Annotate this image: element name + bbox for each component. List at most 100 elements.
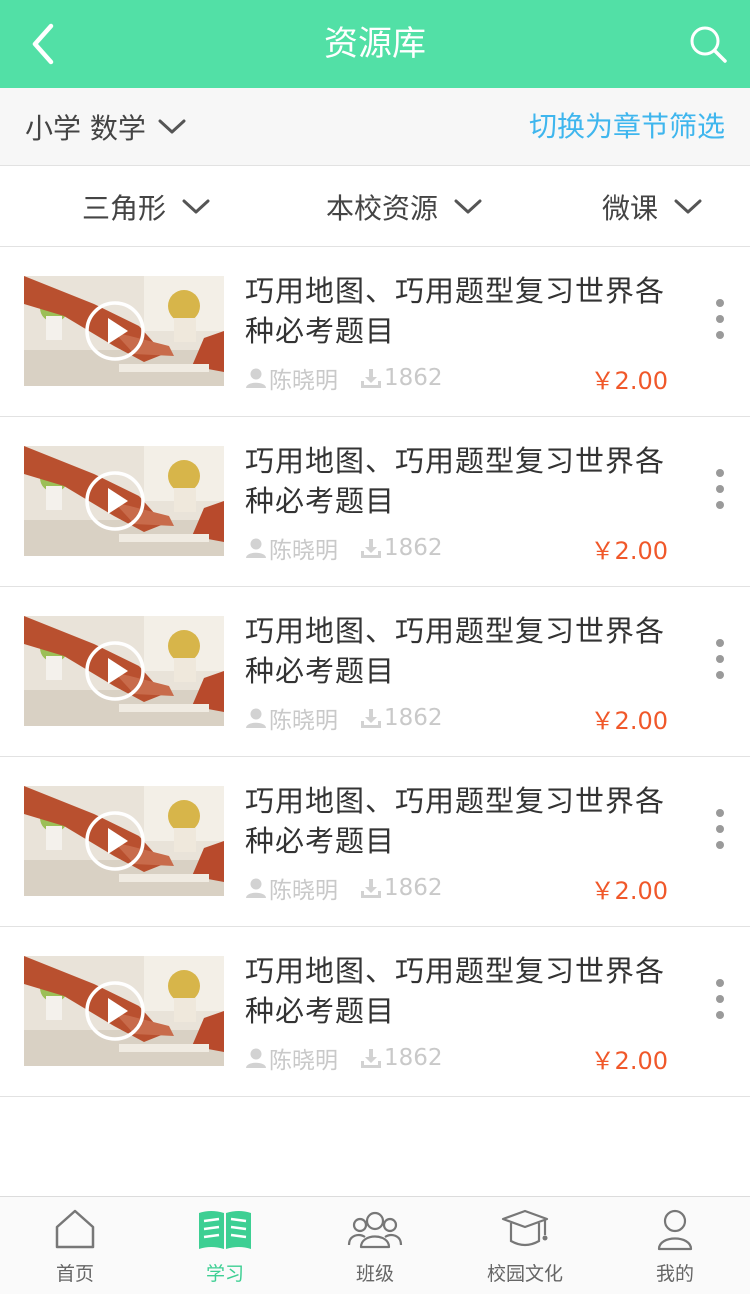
bottom-tab-bar: 首页 学习 班级 校园文化 我的 <box>0 1196 750 1294</box>
switch-to-chapter-filter-link[interactable]: 切换为章节筛选 <box>529 88 725 166</box>
filter-bar: 三角形 本校资源 微课 <box>0 167 750 247</box>
download-number: 1862 <box>384 705 443 731</box>
filter-type-dropdown[interactable]: 微课 <box>602 167 702 247</box>
price: ￥2.00 <box>590 877 668 905</box>
book-icon <box>199 1211 251 1249</box>
download-count: 1862 <box>360 1045 443 1071</box>
more-dot-icon <box>716 655 724 663</box>
user-icon <box>246 538 266 558</box>
price: ￥2.00 <box>590 1047 668 1075</box>
author: 陈晓明 <box>245 361 338 395</box>
price: ￥2.00 <box>590 707 668 735</box>
search-icon <box>690 26 727 63</box>
author-name: 陈晓明 <box>269 538 338 564</box>
tab-home[interactable]: 首页 <box>0 1197 150 1294</box>
more-dot-icon <box>716 1011 724 1019</box>
tab-class[interactable]: 班级 <box>300 1197 450 1294</box>
user-icon <box>657 1209 693 1251</box>
resource-meta: 陈晓明 1862 <box>245 361 443 395</box>
more-dot-icon <box>716 671 724 679</box>
resource-title[interactable]: 巧用地图、巧用题型复习世界各种必考题目 <box>245 951 685 1031</box>
more-dot-icon <box>716 501 724 509</box>
download-icon <box>361 539 381 558</box>
resource-meta: 陈晓明 1862 <box>245 873 443 904</box>
download-count: 1862 <box>360 875 443 901</box>
user-icon <box>246 878 266 898</box>
video-thumbnail[interactable] <box>24 616 224 726</box>
download-count: 1862 <box>360 365 443 391</box>
subject-selector[interactable]: 小学 数学 <box>25 88 186 166</box>
navigation-bar: 资源库 <box>0 0 750 88</box>
video-thumbnail[interactable] <box>24 446 224 556</box>
resource-title[interactable]: 巧用地图、巧用题型复习世界各种必考题目 <box>245 271 685 351</box>
tab-label: 学习 <box>205 1263 244 1285</box>
home-icon <box>55 1209 95 1249</box>
chevron-down-icon <box>158 119 186 134</box>
resource-meta: 陈晓明 1862 <box>245 703 443 734</box>
more-options-button[interactable] <box>712 469 728 509</box>
download-count: 1862 <box>360 705 443 731</box>
tab-label: 校园文化 <box>486 1263 563 1285</box>
video-thumbnail[interactable] <box>24 276 224 386</box>
author: 陈晓明 <box>245 531 338 565</box>
group-icon <box>347 1211 403 1249</box>
filter-topic-dropdown[interactable]: 三角形 <box>82 167 210 247</box>
tab-label: 我的 <box>655 1263 694 1285</box>
more-options-button[interactable] <box>712 299 728 339</box>
resource-title[interactable]: 巧用地图、巧用题型复习世界各种必考题目 <box>245 441 685 521</box>
subject-bar: 小学 数学 切换为章节筛选 <box>0 88 750 166</box>
tab-campus-culture[interactable]: 校园文化 <box>450 1197 600 1294</box>
author-name: 陈晓明 <box>269 1048 338 1074</box>
video-thumbnail[interactable] <box>24 786 224 896</box>
list-item[interactable]: 巧用地图、巧用题型复习世界各种必考题目 陈晓明 1862 ￥2.00 <box>0 417 750 587</box>
play-icon <box>85 811 145 871</box>
download-number: 1862 <box>384 535 443 561</box>
price: ￥2.00 <box>590 367 668 395</box>
more-dot-icon <box>716 331 724 339</box>
author-name: 陈晓明 <box>269 708 338 734</box>
more-options-button[interactable] <box>712 639 728 679</box>
chevron-down-icon <box>454 199 482 214</box>
download-number: 1862 <box>384 875 443 901</box>
filter-source-dropdown[interactable]: 本校资源 <box>326 167 482 247</box>
more-dot-icon <box>716 825 724 833</box>
download-icon <box>361 1049 381 1068</box>
filter-label: 本校资源 <box>326 192 439 225</box>
list-item[interactable]: 巧用地图、巧用题型复习世界各种必考题目 陈晓明 1862 ￥2.00 <box>0 587 750 757</box>
download-number: 1862 <box>384 365 443 391</box>
page-title: 资源库 <box>324 24 426 64</box>
more-dot-icon <box>716 639 724 647</box>
list-item[interactable]: 巧用地图、巧用题型复习世界各种必考题目 陈晓明 1862 ￥2.00 <box>0 927 750 1097</box>
tab-label: 首页 <box>55 1263 94 1285</box>
play-icon <box>85 981 145 1041</box>
user-icon <box>246 1048 266 1068</box>
resource-title[interactable]: 巧用地图、巧用题型复习世界各种必考题目 <box>245 781 685 861</box>
filter-label: 微课 <box>602 192 659 225</box>
more-dot-icon <box>716 315 724 323</box>
tab-study[interactable]: 学习 <box>150 1197 300 1294</box>
search-button[interactable] <box>678 14 738 74</box>
download-icon <box>361 709 381 728</box>
download-number: 1862 <box>384 1045 443 1071</box>
video-thumbnail[interactable] <box>24 956 224 1066</box>
more-options-button[interactable] <box>712 979 728 1019</box>
more-dot-icon <box>716 485 724 493</box>
play-icon <box>85 641 145 701</box>
price: ￥2.00 <box>590 537 668 565</box>
author-name: 陈晓明 <box>269 368 338 394</box>
play-icon <box>85 301 145 361</box>
graduation-cap-icon <box>501 1209 549 1247</box>
user-icon <box>246 368 266 388</box>
more-dot-icon <box>716 841 724 849</box>
more-options-button[interactable] <box>712 809 728 849</box>
author-name: 陈晓明 <box>269 878 338 904</box>
resource-title[interactable]: 巧用地图、巧用题型复习世界各种必考题目 <box>245 611 685 691</box>
tab-label: 班级 <box>355 1263 394 1285</box>
chevron-down-icon <box>182 199 210 214</box>
list-item[interactable]: 巧用地图、巧用题型复习世界各种必考题目 陈晓明 1862 ￥2.00 <box>0 247 750 417</box>
resource-list: 巧用地图、巧用题型复习世界各种必考题目 陈晓明 1862 ￥2.00 巧用地图、… <box>0 247 750 1097</box>
tab-mine[interactable]: 我的 <box>600 1197 750 1294</box>
chevron-down-icon <box>674 199 702 214</box>
author: 陈晓明 <box>245 1041 338 1075</box>
list-item[interactable]: 巧用地图、巧用题型复习世界各种必考题目 陈晓明 1862 ￥2.00 <box>0 757 750 927</box>
